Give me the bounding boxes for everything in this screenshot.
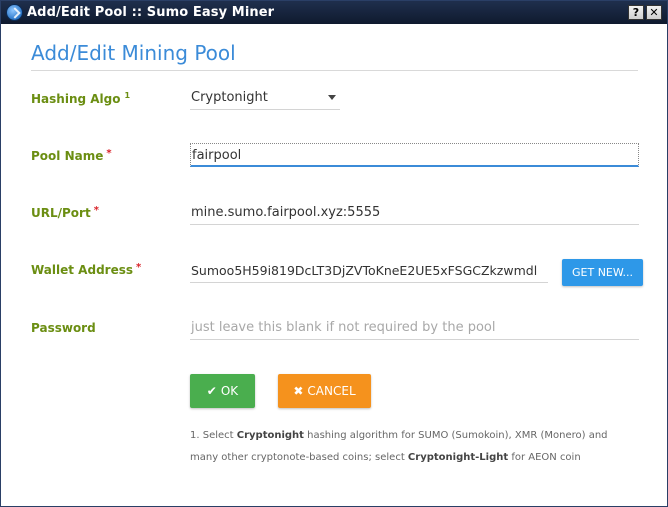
footnote-text: for AEON coin bbox=[508, 452, 581, 463]
url-port-input[interactable]: mine.sumo.fairpool.xyz:5555 bbox=[190, 201, 639, 225]
password-label-text: Password bbox=[31, 321, 96, 335]
url-port-label: URL/Port * bbox=[31, 205, 99, 220]
wallet-address-label-text: Wallet Address bbox=[31, 263, 133, 277]
ok-button-label: OK bbox=[220, 384, 239, 398]
required-marker: * bbox=[106, 148, 112, 159]
page-title: Add/Edit Mining Pool bbox=[31, 41, 236, 65]
footnote-text: 1. Select bbox=[190, 430, 237, 441]
footnote-algo-cryptonight: Cryptonight bbox=[236, 430, 304, 441]
close-button[interactable]: ✕ bbox=[646, 5, 662, 20]
caret-down-icon bbox=[328, 95, 336, 100]
required-marker: * bbox=[136, 262, 142, 273]
title-bar[interactable]: Add/Edit Pool :: Sumo Easy Miner ? ✕ bbox=[1, 1, 667, 24]
cancel-button[interactable]: ✖ CANCEL bbox=[278, 374, 371, 408]
dialog-window: Add/Edit Pool :: Sumo Easy Miner ? ✕ Add… bbox=[0, 0, 668, 507]
hashing-algo-label: Hashing Algo 1 bbox=[31, 91, 130, 106]
footnote-algo-cryptonight-light: Cryptonight-Light bbox=[407, 452, 509, 463]
hashing-algo-value: Cryptonight bbox=[191, 90, 268, 105]
help-button[interactable]: ? bbox=[628, 5, 644, 20]
wallet-address-input[interactable]: Sumoo5H59i819DcLT3DjZVToKneE2UE5xFSGCZkz… bbox=[190, 259, 548, 283]
required-marker: * bbox=[93, 205, 99, 216]
password-input[interactable]: just leave this blank if not required by… bbox=[190, 316, 639, 340]
password-label: Password bbox=[31, 321, 96, 335]
cancel-button-label: CANCEL bbox=[307, 384, 356, 398]
ok-button[interactable]: ✔ OK bbox=[190, 374, 255, 408]
pool-name-label: Pool Name * bbox=[31, 148, 112, 163]
dialog-content: Add/Edit Mining Pool Hashing Algo 1 Crypt… bbox=[1, 24, 667, 506]
hashing-algo-select[interactable]: Cryptonight bbox=[190, 86, 340, 110]
check-icon: ✔ bbox=[206, 384, 217, 398]
wallet-address-label: Wallet Address * bbox=[31, 262, 141, 277]
sumo-logo-icon bbox=[7, 5, 22, 20]
header-divider bbox=[31, 70, 638, 71]
algo-footnote: 1. Select Cryptonight hashing algorithm … bbox=[190, 425, 630, 469]
url-port-label-text: URL/Port bbox=[31, 206, 91, 220]
hashing-algo-label-text: Hashing Algo bbox=[31, 92, 121, 106]
pool-name-input[interactable]: fairpool bbox=[190, 143, 639, 167]
window-title: Add/Edit Pool :: Sumo Easy Miner bbox=[27, 5, 275, 20]
footnote-marker: 1 bbox=[124, 91, 131, 100]
get-new-wallet-button[interactable]: GET NEW... bbox=[562, 259, 643, 286]
pool-name-label-text: Pool Name bbox=[31, 149, 104, 163]
times-icon: ✖ bbox=[293, 384, 304, 398]
